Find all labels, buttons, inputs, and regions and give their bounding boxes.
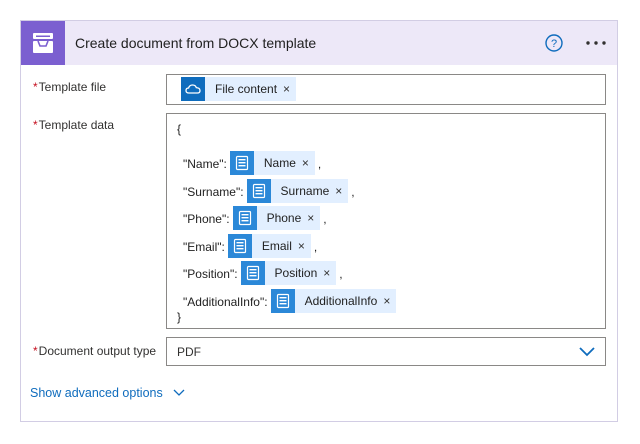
chevron-down-icon xyxy=(173,389,185,396)
template-data-row: "Surname": Surname ×, xyxy=(183,178,355,204)
json-key: "Surname": xyxy=(183,184,244,199)
template-data-row: "Position": Position ×, xyxy=(183,261,343,286)
required-mark: * xyxy=(33,344,38,358)
json-key: "Phone": xyxy=(183,212,230,227)
remove-token-icon[interactable]: × xyxy=(302,156,309,170)
form-icon xyxy=(227,233,252,258)
help-icon[interactable]: ? xyxy=(545,34,563,52)
show-advanced-options-link[interactable]: Show advanced options xyxy=(30,386,185,400)
token-label: Position xyxy=(274,266,318,281)
output-type-label-text: Document output type xyxy=(38,344,157,358)
json-key: "Position": xyxy=(183,267,238,282)
onedrive-icon xyxy=(181,77,205,101)
action-header[interactable]: Create document from DOCX template ? xyxy=(21,21,617,65)
json-comma: , xyxy=(339,267,343,282)
json-key: "AdditionalInfo": xyxy=(183,295,268,309)
dynamic-content-token[interactable]: Position × xyxy=(240,261,337,286)
template-data-label-text: Template data xyxy=(38,118,115,132)
form-icon xyxy=(229,151,254,175)
close-brace: } xyxy=(177,310,182,324)
remove-token-icon[interactable]: × xyxy=(298,239,305,253)
dynamic-content-token[interactable]: Email × xyxy=(227,233,311,258)
json-comma: , xyxy=(313,239,318,254)
template-data-row: "Name": Name ×, xyxy=(183,151,322,176)
json-comma: , xyxy=(351,184,355,199)
token-label: Name xyxy=(263,156,296,170)
required-mark: * xyxy=(33,80,38,94)
output-type-select[interactable]: PDF xyxy=(166,337,606,366)
template-data-row: "Email": Email ×, xyxy=(183,233,318,259)
json-comma: , xyxy=(317,157,322,171)
template-data-label: *Template data xyxy=(33,118,114,132)
action-card: Create document from DOCX template ? *Te… xyxy=(20,20,618,422)
form-icon xyxy=(270,289,295,313)
svg-text:?: ? xyxy=(551,38,557,50)
template-data-row: "Phone": Phone ×, xyxy=(183,206,327,231)
token-label: Email xyxy=(261,238,292,253)
form-icon xyxy=(246,178,271,203)
dynamic-content-token[interactable]: Surname × xyxy=(246,178,349,203)
template-file-label: *Template file xyxy=(33,80,106,94)
remove-token-icon[interactable]: × xyxy=(383,294,390,308)
chevron-down-icon[interactable] xyxy=(579,345,595,357)
advanced-label: Show advanced options xyxy=(30,386,163,400)
output-type-label: *Document output type xyxy=(33,344,156,358)
dynamic-content-token[interactable]: Name × xyxy=(229,151,315,175)
remove-token-icon[interactable]: × xyxy=(323,266,330,280)
template-file-label-text: Template file xyxy=(38,80,107,94)
token-label: Surname xyxy=(280,183,330,198)
token-label: File content xyxy=(215,82,278,96)
remove-token-icon[interactable]: × xyxy=(335,184,342,198)
remove-token-icon[interactable]: × xyxy=(307,211,314,225)
file-content-token[interactable]: File content × xyxy=(181,77,297,101)
token-label: AdditionalInfo xyxy=(304,294,378,308)
form-icon xyxy=(232,206,257,231)
json-key: "Email": xyxy=(183,239,225,254)
template-file-field[interactable]: File content × xyxy=(166,74,606,105)
action-title: Create document from DOCX template xyxy=(75,35,317,51)
required-mark: * xyxy=(33,118,38,132)
template-data-row: "AdditionalInfo": AdditionalInfo × xyxy=(183,289,399,314)
dynamic-content-token[interactable]: Phone × xyxy=(232,206,321,231)
json-comma: , xyxy=(323,212,327,227)
remove-token-icon[interactable]: × xyxy=(283,82,290,96)
output-type-value: PDF xyxy=(177,345,201,359)
token-label: Phone xyxy=(266,211,302,226)
dynamic-content-token[interactable]: AdditionalInfo × xyxy=(270,289,397,313)
more-icon[interactable] xyxy=(584,33,608,53)
template-data-field[interactable]: { "Name": Name ×, "Surname": Surname ×, "Phone… xyxy=(166,113,606,329)
json-key: "Name": xyxy=(183,157,227,171)
file-cabinet-icon xyxy=(21,21,65,65)
form-icon xyxy=(240,261,265,286)
open-brace: { xyxy=(177,122,182,136)
